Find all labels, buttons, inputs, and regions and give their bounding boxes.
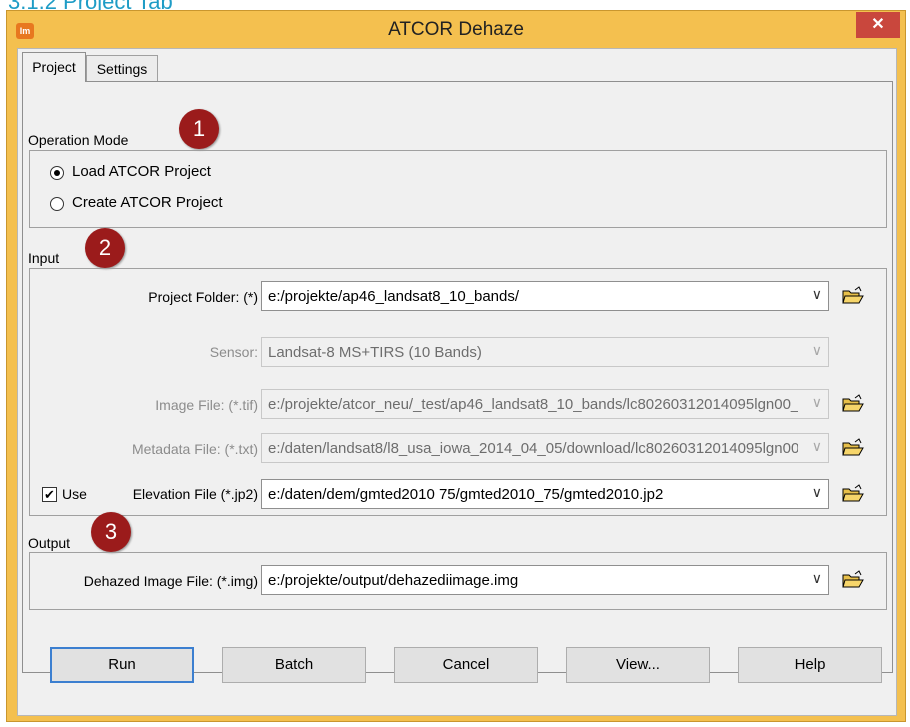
chevron-down-icon[interactable]: ∨ bbox=[812, 484, 822, 501]
close-icon: ✕ bbox=[871, 16, 885, 33]
marker-3: 3 bbox=[91, 512, 131, 552]
elevation-file-label: Elevation File (*.jp2) bbox=[132, 486, 258, 502]
create-project-radio[interactable] bbox=[50, 197, 64, 211]
create-project-label[interactable]: Create ATCOR Project bbox=[72, 194, 223, 211]
chevron-down-icon[interactable]: ∨ bbox=[812, 570, 822, 587]
folder-open-icon[interactable] bbox=[842, 570, 864, 590]
image-file-label: Image File: (*.tif) bbox=[155, 397, 258, 413]
input-group: Project Folder: (*) e:/projekte/ap46_lan… bbox=[29, 268, 887, 516]
operation-mode-label: Operation Mode bbox=[28, 132, 129, 148]
cancel-button[interactable]: Cancel bbox=[394, 647, 538, 683]
metadata-file-label: Metadata File: (*.txt) bbox=[131, 441, 258, 457]
dialog-client-area: Project Settings Operation Mode 1 Load A… bbox=[17, 48, 897, 716]
metadata-file-combo[interactable]: e:/daten/landsat8/l8_usa_iowa_2014_04_05… bbox=[261, 433, 829, 463]
marker-2: 2 bbox=[85, 228, 125, 268]
dehazed-file-label: Dehazed Image File: (*.img) bbox=[83, 573, 258, 589]
folder-open-icon[interactable] bbox=[842, 394, 864, 414]
marker-1: 1 bbox=[179, 109, 219, 149]
load-project-radio[interactable] bbox=[50, 166, 64, 180]
elevation-file-combo[interactable]: e:/daten/dem/gmted2010 75/gmted2010_75/g… bbox=[261, 479, 829, 509]
atcor-dehaze-dialog: lm ATCOR Dehaze ✕ Project Settings Opera… bbox=[6, 10, 906, 722]
image-file-combo[interactable]: e:/projekte/atcor_neu/_test/ap46_landsat… bbox=[261, 389, 829, 419]
project-folder-combo[interactable]: e:/projekte/ap46_landsat8_10_bands/ ∨ bbox=[261, 281, 829, 311]
sensor-label: Sensor: bbox=[209, 344, 258, 360]
folder-open-icon[interactable] bbox=[842, 484, 864, 504]
close-button[interactable]: ✕ bbox=[856, 12, 900, 38]
dehazed-file-combo[interactable]: e:/projekte/output/dehazediimage.img ∨ bbox=[261, 565, 829, 595]
run-button[interactable]: Run bbox=[50, 647, 194, 683]
input-label: Input bbox=[28, 250, 60, 266]
output-group: Dehazed Image File: (*.img) e:/projekte/… bbox=[29, 552, 887, 610]
chevron-down-icon[interactable]: ∨ bbox=[812, 438, 822, 455]
dehazed-file-value: e:/projekte/output/dehazediimage.img bbox=[268, 572, 519, 589]
batch-button[interactable]: Batch bbox=[222, 647, 366, 683]
tab-settings[interactable]: Settings bbox=[86, 55, 158, 82]
project-folder-label: Project Folder: (*) bbox=[148, 289, 258, 305]
chevron-down-icon[interactable]: ∨ bbox=[812, 394, 822, 411]
elevation-file-value: e:/daten/dem/gmted2010 75/gmted2010_75/g… bbox=[268, 486, 664, 503]
output-label: Output bbox=[28, 535, 71, 551]
project-tab-panel: Operation Mode 1 Load ATCOR Project Crea… bbox=[22, 81, 893, 673]
use-elevation-label[interactable]: Use bbox=[62, 486, 87, 502]
use-elevation-checkbox[interactable]: ✔ bbox=[42, 487, 57, 502]
operation-mode-group: Load ATCOR Project Create ATCOR Project bbox=[29, 150, 887, 228]
title-bar[interactable]: lm ATCOR Dehaze ✕ bbox=[7, 11, 905, 47]
folder-open-icon[interactable] bbox=[842, 438, 864, 458]
window-title: ATCOR Dehaze bbox=[388, 19, 524, 40]
folder-open-icon[interactable] bbox=[842, 286, 864, 306]
chevron-down-icon[interactable]: ∨ bbox=[812, 342, 822, 359]
view-button[interactable]: View... bbox=[566, 647, 710, 683]
metadata-file-value: e:/daten/landsat8/l8_usa_iowa_2014_04_05… bbox=[268, 440, 798, 457]
chevron-down-icon[interactable]: ∨ bbox=[812, 286, 822, 303]
sensor-value: Landsat-8 MS+TIRS (10 Bands) bbox=[268, 344, 482, 361]
sensor-combo[interactable]: Landsat-8 MS+TIRS (10 Bands) ∨ bbox=[261, 337, 829, 367]
image-file-value: e:/projekte/atcor_neu/_test/ap46_landsat… bbox=[268, 396, 798, 413]
load-project-label[interactable]: Load ATCOR Project bbox=[72, 163, 211, 180]
help-button[interactable]: Help bbox=[738, 647, 882, 683]
tab-project[interactable]: Project bbox=[22, 52, 86, 82]
project-folder-value: e:/projekte/ap46_landsat8_10_bands/ bbox=[268, 288, 520, 305]
